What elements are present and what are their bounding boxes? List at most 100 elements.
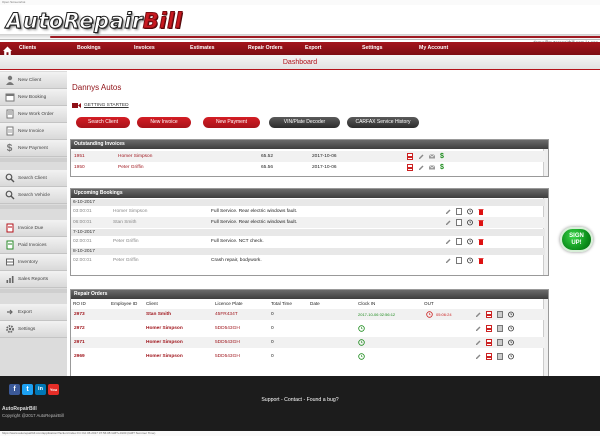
clock-in-icon[interactable] <box>358 325 365 332</box>
edit-icon[interactable] <box>475 311 481 318</box>
invoice-id[interactable]: 1950 <box>74 162 85 173</box>
document-icon[interactable] <box>456 219 462 226</box>
sidebar-item-inventory[interactable]: Inventory <box>0 254 67 271</box>
footer-links[interactable]: Support - Contact - Found a bug? <box>0 397 600 403</box>
invoice-client[interactable]: Homer Simpson <box>118 151 152 162</box>
pdf-icon[interactable] <box>486 311 492 318</box>
edit-icon[interactable] <box>418 164 424 171</box>
pdf-icon[interactable] <box>486 339 492 346</box>
ro-client[interactable]: Homer Simpson <box>146 351 183 362</box>
twitter-icon[interactable]: t <box>22 384 33 395</box>
search-client-button[interactable]: Search Client <box>76 117 130 128</box>
edit-icon[interactable] <box>475 339 481 346</box>
table-row[interactable]: 2972 Homer Simpson 5DD543GH 0 <box>71 323 545 334</box>
pdf-icon[interactable] <box>407 164 413 171</box>
sidebar-item-new-client[interactable]: New Client <box>0 72 67 89</box>
document-icon[interactable] <box>497 325 503 332</box>
nav-settings[interactable]: Settings <box>362 42 382 55</box>
clock-in-icon[interactable] <box>358 339 365 346</box>
pdf-icon[interactable] <box>407 153 413 160</box>
edit-icon[interactable] <box>475 353 481 360</box>
booking-client[interactable]: Homer Simpson <box>113 206 147 217</box>
getting-started-link[interactable]: GETTING STARTED <box>72 102 129 109</box>
booking-client[interactable]: Peter Griffin <box>113 236 139 247</box>
sidebar-item-export[interactable]: Export <box>0 304 67 321</box>
edit-icon[interactable] <box>445 208 451 215</box>
nav-bookings[interactable]: Bookings <box>77 42 101 55</box>
table-row[interactable]: 2969 Homer Simpson 5DD543GH 0 <box>71 351 545 362</box>
nav-my-account[interactable]: My Account <box>419 42 448 55</box>
booking-client[interactable]: Stan Smith <box>113 217 136 228</box>
table-row[interactable]: 2971 Homer Simpson 5DD543GH 0 <box>71 337 545 348</box>
email-icon[interactable] <box>429 153 435 160</box>
nav-estimates[interactable]: Estimates <box>190 42 215 55</box>
sidebar-item-new-work-order[interactable]: New Work Order <box>0 106 67 123</box>
ro-id[interactable]: 2972 <box>74 323 85 334</box>
table-row[interactable]: 1951 Homer Simpson 65.52 2017-10-06 $ <box>71 151 545 162</box>
youtube-icon[interactable]: You <box>48 384 59 395</box>
trash-icon[interactable] <box>478 219 484 226</box>
sidebar-item-new-invoice[interactable]: New Invoice <box>0 123 67 140</box>
trash-icon[interactable] <box>478 257 484 264</box>
clock-icon[interactable] <box>508 353 514 360</box>
edit-icon[interactable] <box>475 325 481 332</box>
trash-icon[interactable] <box>478 208 484 215</box>
clock-icon[interactable] <box>467 257 473 264</box>
ro-client[interactable]: Homer Simpson <box>146 337 183 348</box>
document-icon[interactable] <box>497 353 503 360</box>
new-payment-button[interactable]: New Payment <box>203 117 260 128</box>
ro-client[interactable]: Homer Simpson <box>146 323 183 334</box>
list-item[interactable]: 06:00:01 Stan Smith Full Service. Rear e… <box>71 217 545 228</box>
nav-clients[interactable]: Clients <box>19 42 36 55</box>
sidebar-item-sales-reports[interactable]: Sales Reports <box>0 271 67 288</box>
clock-in-icon[interactable] <box>358 353 365 360</box>
clock-icon[interactable] <box>467 238 473 245</box>
sign-up-button[interactable]: SIGN UP! <box>560 227 593 252</box>
email-icon[interactable] <box>429 164 435 171</box>
nav-repair-orders[interactable]: Repair Orders <box>248 42 283 55</box>
edit-icon[interactable] <box>445 257 451 264</box>
document-icon[interactable] <box>456 257 462 264</box>
edit-icon[interactable] <box>445 238 451 245</box>
nav-export[interactable]: Export <box>305 42 321 55</box>
table-row[interactable]: 1950 Peter Griffin 65.56 2017-10-06 $ <box>71 162 545 173</box>
booking-client[interactable]: Peter Griffin <box>113 255 139 266</box>
pdf-icon[interactable] <box>486 353 492 360</box>
document-icon[interactable] <box>497 311 503 318</box>
ro-id[interactable]: 2973 <box>74 309 85 320</box>
ro-client[interactable]: Stan Smith <box>146 309 171 320</box>
document-icon[interactable] <box>456 238 462 245</box>
sidebar-item-new-payment[interactable]: $ New Payment <box>0 140 67 157</box>
list-item[interactable]: 02:00:01 Peter Griffin Crash repair, bod… <box>71 255 545 266</box>
sidebar-item-paid-invoices[interactable]: Paid Invoices <box>0 237 67 254</box>
clock-icon[interactable] <box>467 219 473 226</box>
nav-invoices[interactable]: Invoices <box>134 42 155 55</box>
carfax-button[interactable]: CARFAX Service History <box>347 117 419 128</box>
home-icon[interactable] <box>2 43 13 55</box>
clock-icon[interactable] <box>467 208 473 215</box>
clock-icon[interactable] <box>508 339 514 346</box>
sidebar-item-search-client[interactable]: Search Client <box>0 170 67 187</box>
ro-id[interactable]: 2971 <box>74 337 85 348</box>
clock-out-icon[interactable] <box>426 311 433 318</box>
payment-icon[interactable]: $ <box>440 162 444 173</box>
payment-icon[interactable]: $ <box>440 151 444 162</box>
sidebar-item-invoice-due[interactable]: Invoice Due <box>0 220 67 237</box>
sidebar-item-settings[interactable]: Settings <box>0 321 67 338</box>
document-icon[interactable] <box>456 208 462 215</box>
edit-icon[interactable] <box>445 219 451 226</box>
linkedin-icon[interactable]: in <box>35 384 46 395</box>
table-row[interactable]: 2973 Stan Smith 45FR434T 0 2017-10-06 02… <box>71 309 545 320</box>
edit-icon[interactable] <box>418 153 424 160</box>
clock-icon[interactable] <box>508 311 514 318</box>
sidebar-item-search-vehicle[interactable]: Search Vehicle <box>0 187 67 204</box>
vin-decoder-button[interactable]: VIN/Plate Decoder <box>269 117 340 128</box>
clock-icon[interactable] <box>508 325 514 332</box>
logo[interactable]: AutoRepairBill <box>6 9 183 34</box>
ro-id[interactable]: 2969 <box>74 351 85 362</box>
document-icon[interactable] <box>497 339 503 346</box>
sidebar-item-new-booking[interactable]: New Booking <box>0 89 67 106</box>
invoice-client[interactable]: Peter Griffin <box>118 162 144 173</box>
trash-icon[interactable] <box>478 238 484 245</box>
facebook-icon[interactable]: f <box>9 384 20 395</box>
